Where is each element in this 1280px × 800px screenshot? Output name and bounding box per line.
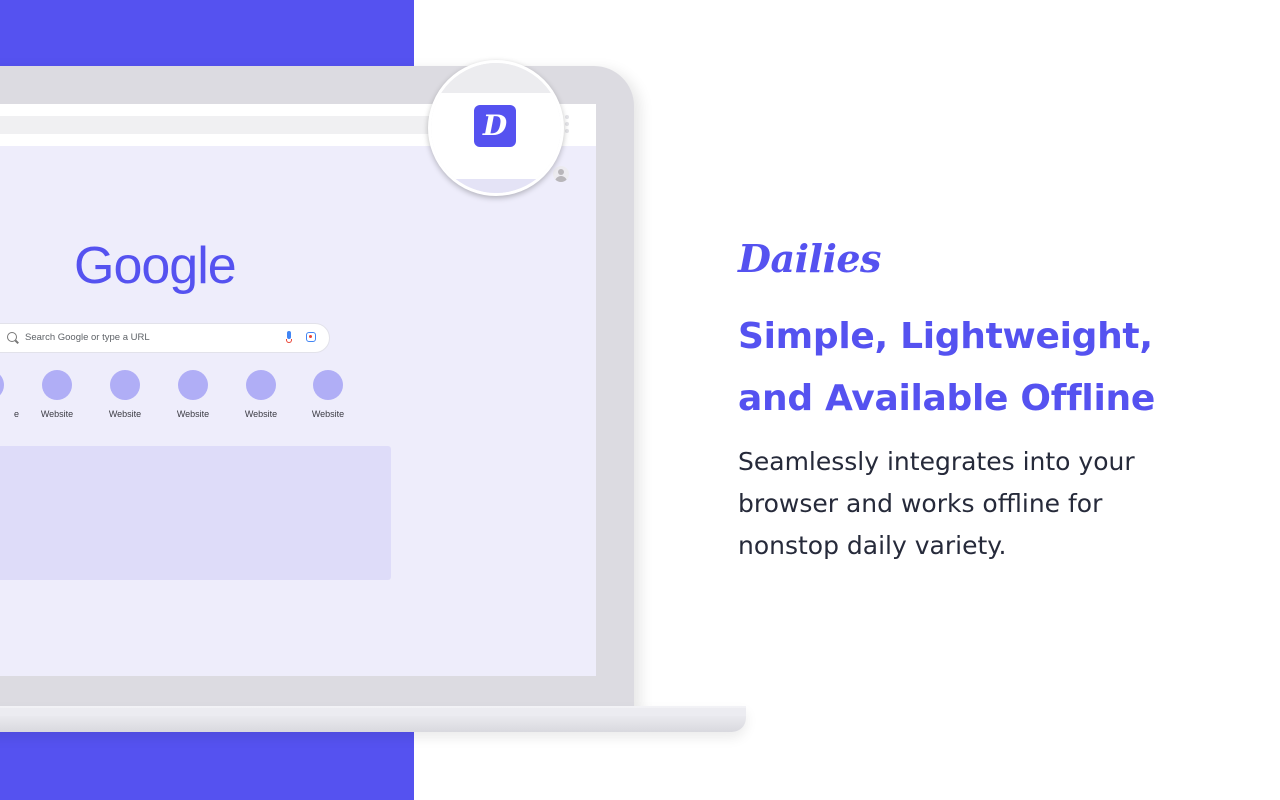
accent-block-top [0, 0, 414, 68]
magnified-tab-strip [431, 63, 561, 93]
address-bar[interactable] [0, 116, 440, 134]
shortcut-tile[interactable]: Website [27, 370, 87, 419]
shortcut-tile[interactable]: Website [95, 370, 155, 419]
shortcut-tile[interactable]: e [0, 370, 19, 419]
search-input[interactable]: Search Google or type a URL [0, 323, 330, 353]
shortcut-icon [110, 370, 140, 400]
camera-search-icon[interactable] [306, 332, 316, 342]
shortcut-label: Website [311, 409, 345, 419]
headline-line: and Available Offline [738, 378, 1155, 419]
browser-menu-icon[interactable] [564, 115, 570, 137]
shortcut-icon [0, 370, 4, 400]
body-line: Seamlessly integrates into your [738, 447, 1135, 476]
shortcut-icon [42, 370, 72, 400]
laptop-base-highlight [0, 708, 746, 716]
shortcut-label: Website [176, 409, 210, 419]
shortcut-label: e [13, 409, 19, 419]
shortcut-tile[interactable]: Website [231, 370, 291, 419]
body-line: nonstop daily variety. [738, 531, 1007, 560]
headline: Simple, Lightweight, and Available Offli… [738, 306, 1258, 430]
shortcut-icon [246, 370, 276, 400]
shortcut-label: Website [244, 409, 278, 419]
search-icon [7, 332, 17, 342]
google-logo: Google [74, 237, 237, 295]
shortcut-label: Website [40, 409, 74, 419]
search-placeholder: Search Google or type a URL [25, 332, 150, 343]
accent-block-bottom [0, 730, 414, 800]
shortcut-tile[interactable]: Website [163, 370, 223, 419]
body-line: browser and works offline for [738, 489, 1103, 518]
shortcut-tile[interactable]: Website [298, 370, 358, 419]
content-panel [0, 446, 391, 580]
magnifier-callout: D [428, 60, 564, 196]
shortcut-icon [313, 370, 343, 400]
dailies-extension-icon[interactable]: D [474, 105, 516, 147]
headline-line: Simple, Lightweight, [738, 316, 1153, 357]
shortcut-icon [178, 370, 208, 400]
shortcut-label: Website [108, 409, 142, 419]
microphone-icon[interactable] [286, 331, 292, 345]
brand-wordmark: Dailies [738, 236, 881, 281]
body-copy: Seamlessly integrates into your browser … [738, 441, 1238, 567]
